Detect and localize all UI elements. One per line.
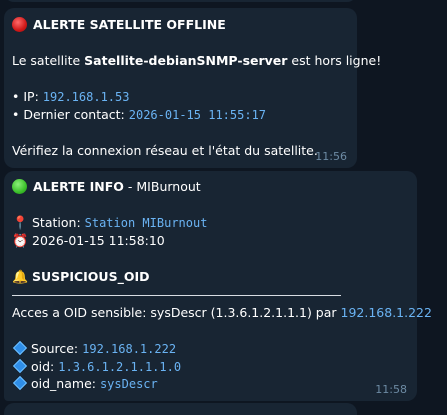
last-contact-line: • Dernier contact: 2026-01-15 11:55:17	[12, 107, 267, 122]
next-message-bubble	[4, 403, 357, 415]
ip-line: • IP: 192.168.1.53	[12, 89, 130, 104]
section-title: 🔔 SUSPICIOUS_OID	[12, 269, 150, 285]
alarm-clock-icon: ⏰	[12, 234, 29, 249]
blue-diamond-icon	[12, 340, 28, 356]
red-circle-icon	[12, 17, 27, 32]
message-title: ALERTE SATELLITE OFFLINE	[12, 17, 226, 33]
blue-diamond-icon	[12, 375, 28, 391]
station-value[interactable]: Station MIBurnout	[85, 216, 208, 230]
station-line: 📍 Station: Station MIBurnout	[12, 215, 208, 231]
message-time: 11:56	[315, 150, 347, 163]
timestamp-line: ⏰ 2026-01-15 11:58:10	[12, 233, 165, 249]
access-line: Acces a OID sensible: sysDescr (1.3.6.1.…	[12, 305, 432, 320]
source-line: Source: 192.168.1.222	[12, 340, 176, 357]
access-ip-link[interactable]: 192.168.1.222	[341, 305, 432, 320]
oid-value[interactable]: 1.3.6.1.2.1.1.1.0	[58, 360, 181, 374]
satellite-name: Satellite-debianSNMP-server	[84, 53, 288, 68]
offline-statement: Le satellite Satellite-debianSNMP-server…	[12, 53, 382, 68]
last-contact-value[interactable]: 2026-01-15 11:55:17	[129, 108, 266, 122]
bell-icon: 🔔	[12, 270, 29, 285]
ip-value[interactable]: 192.168.1.53	[43, 90, 130, 104]
oid-name-value[interactable]: sysDescr	[100, 377, 158, 391]
message-satellite-offline[interactable]: ALERTE SATELLITE OFFLINE Le satellite Sa…	[4, 8, 381, 168]
divider	[12, 295, 341, 296]
blue-diamond-icon	[12, 358, 28, 374]
oid-line: oid: 1.3.6.1.2.1.1.1.0	[12, 358, 181, 375]
check-network-text: Vérifiez la connexion réseau et l'état d…	[12, 143, 318, 158]
oid-name-line: oid_name: sysDescr	[12, 375, 158, 392]
pushpin-icon: 📍	[12, 216, 29, 231]
message-title: ALERTE INFO - MIBurnout	[12, 179, 201, 195]
green-circle-icon	[12, 179, 27, 194]
source-value[interactable]: 192.168.1.222	[82, 342, 176, 356]
message-alert-info[interactable]: ALERTE INFO - MIBurnout 📍 Station: Statio…	[4, 171, 432, 401]
previous-message-bubble	[4, 0, 357, 2]
message-time: 11:58	[375, 383, 407, 396]
